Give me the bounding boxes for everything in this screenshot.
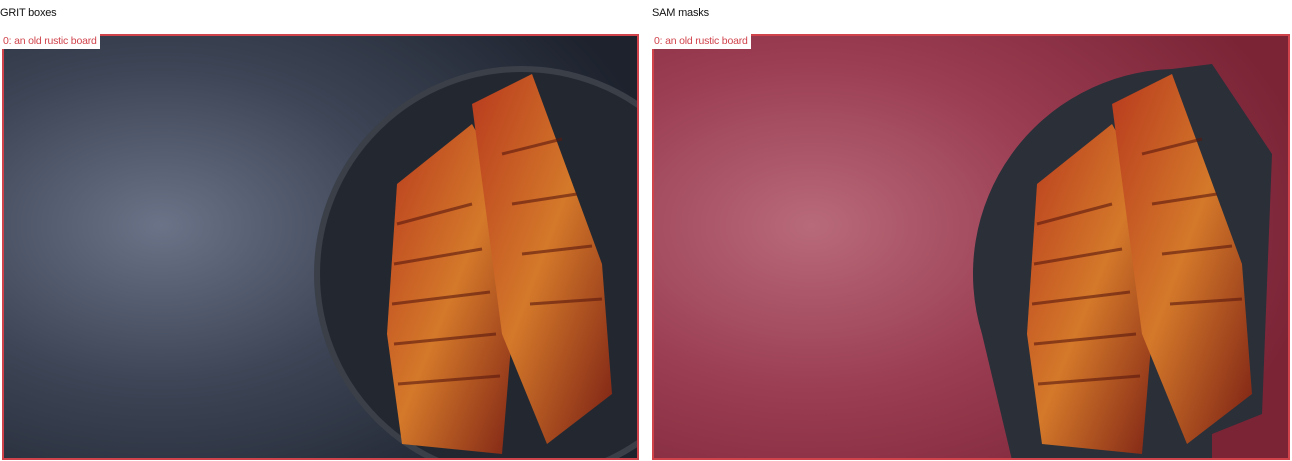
sam-box-label: 0: an old rustic board bbox=[652, 34, 751, 49]
grit-image-canvas bbox=[2, 34, 639, 460]
grit-panel-title: GRIT boxes bbox=[0, 7, 57, 19]
sam-image-canvas bbox=[652, 34, 1290, 460]
grit-box-label: 0: an old rustic board bbox=[1, 34, 100, 49]
sam-panel-title: SAM masks bbox=[652, 7, 709, 19]
